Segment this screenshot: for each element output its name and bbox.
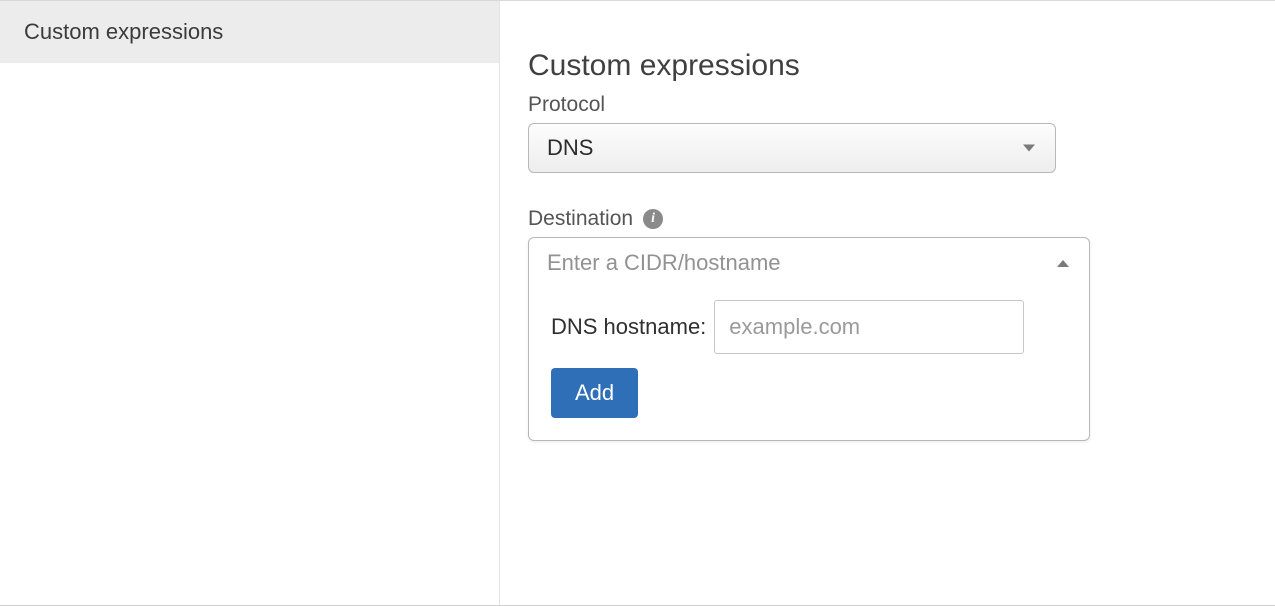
hostname-row: DNS hostname: xyxy=(551,300,1067,354)
main-content: Custom expressions Protocol DNS Destinat… xyxy=(500,1,1275,605)
destination-panel: Enter a CIDR/hostname DNS hostname: Add xyxy=(528,237,1090,441)
dns-hostname-label: DNS hostname: xyxy=(551,314,706,340)
protocol-select-wrap: DNS xyxy=(528,123,1056,173)
destination-label: Destination xyxy=(528,207,633,231)
sidebar-item-custom-expressions[interactable]: Custom expressions xyxy=(0,1,499,63)
info-icon[interactable]: i xyxy=(643,209,663,229)
sidebar: Custom expressions xyxy=(0,1,500,605)
page-title: Custom expressions xyxy=(528,49,1247,83)
protocol-label: Protocol xyxy=(528,93,1247,117)
destination-body: DNS hostname: Add xyxy=(529,286,1089,440)
chevron-down-icon xyxy=(1023,145,1035,152)
page-root: Custom expressions Custom expressions Pr… xyxy=(0,0,1275,606)
chevron-up-icon xyxy=(1057,260,1069,267)
dns-hostname-input[interactable] xyxy=(714,300,1024,354)
destination-label-row: Destination i xyxy=(528,207,1247,231)
add-button[interactable]: Add xyxy=(551,368,638,418)
destination-placeholder: Enter a CIDR/hostname xyxy=(547,250,781,276)
destination-input[interactable]: Enter a CIDR/hostname xyxy=(529,238,1089,286)
protocol-select[interactable]: DNS xyxy=(528,123,1056,173)
protocol-selected-value: DNS xyxy=(547,135,593,161)
